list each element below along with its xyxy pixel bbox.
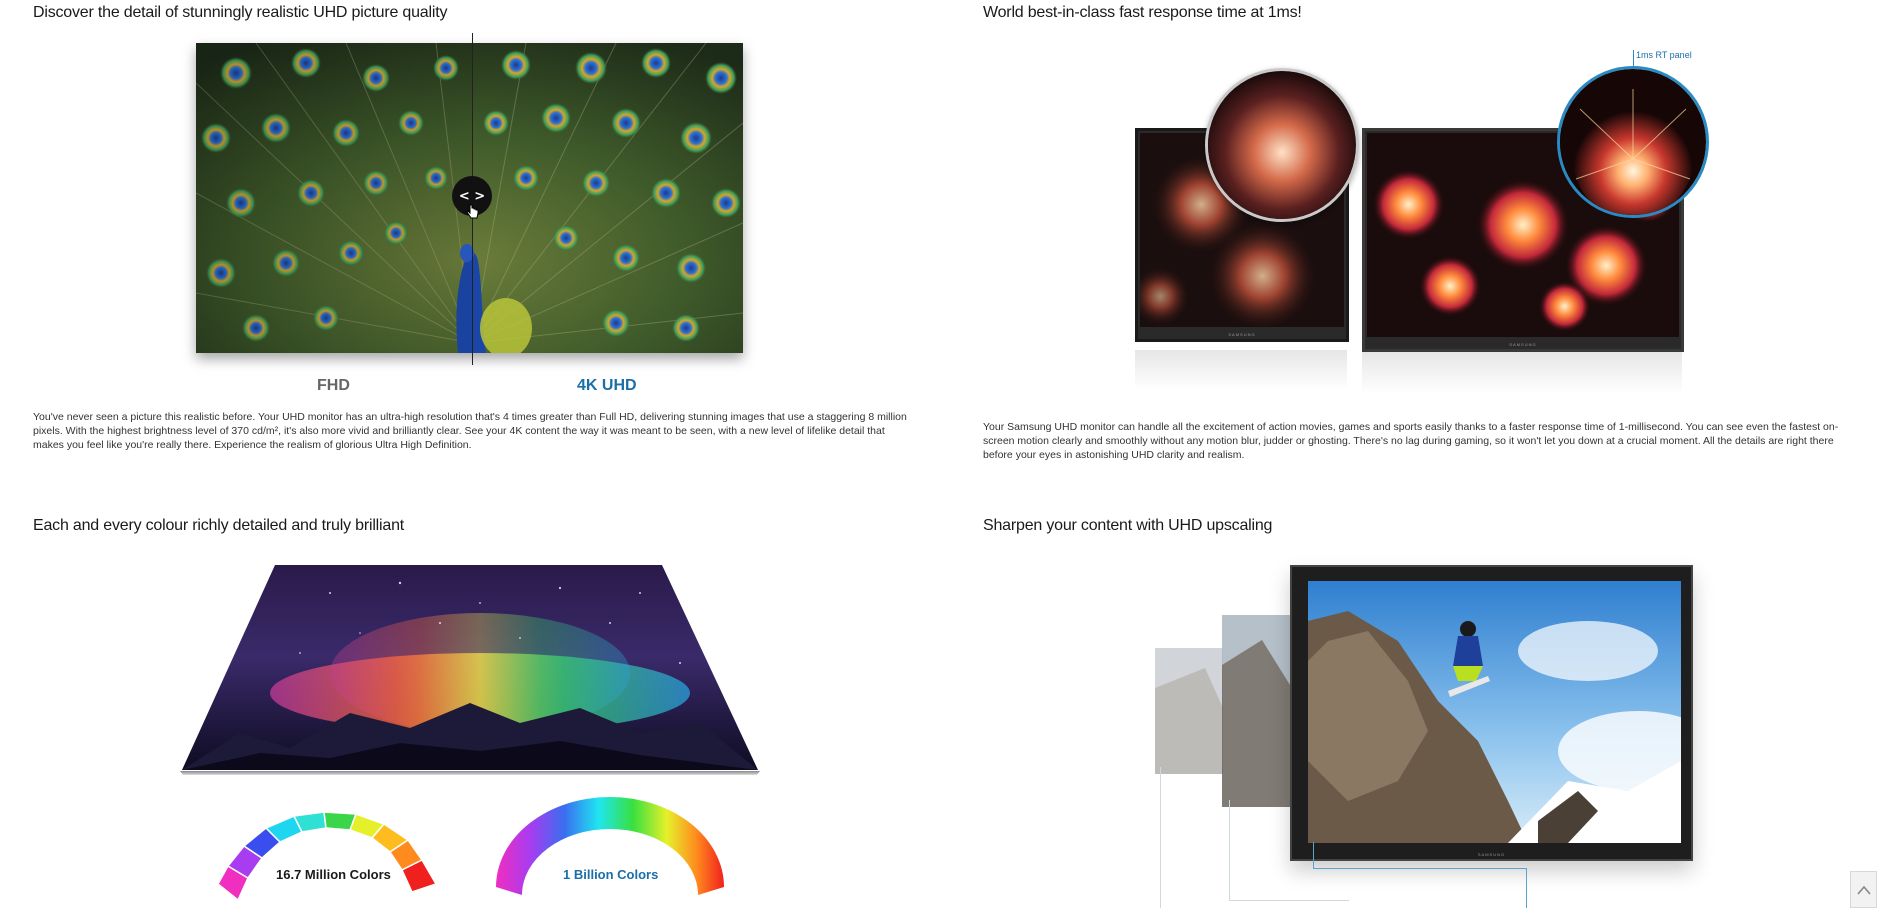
zoom-circle-sharp — [1557, 66, 1709, 218]
monitor-brand-right: SAMSUNG — [1509, 342, 1537, 347]
section-title-uhd-picture: Discover the detail of stunningly realis… — [33, 4, 448, 21]
upscaled-monitor: SAMSUNG — [1290, 565, 1693, 861]
color-arc-1b — [496, 797, 724, 895]
lead-line-3h — [1313, 868, 1526, 869]
color-arc-1b-label: 1 Billion Colors — [563, 867, 659, 882]
color-arc-16m — [217, 811, 438, 902]
monitor-reflection-right — [1362, 352, 1682, 394]
lead-line-2 — [1229, 800, 1230, 900]
color-arc-16m-label: 16.7 Million Colors — [276, 867, 391, 882]
upscale-layer-mid — [1222, 615, 1290, 807]
4k-uhd-label: 4K UHD — [577, 377, 637, 394]
response-time-description: Your Samsung UHD monitor can handle all … — [983, 421, 1839, 461]
section-title-response-time: World best-in-class fast response time a… — [983, 4, 1302, 21]
uhd-picture-description: You've never seen a picture this realist… — [33, 411, 907, 451]
lead-line-3 — [1313, 842, 1314, 868]
upscaled-monitor-brand: SAMSUNG — [1477, 852, 1506, 857]
lead-line-1 — [1160, 767, 1161, 908]
section-title-upscaling: Sharpen your content with UHD upscaling — [983, 517, 1273, 534]
aurora-monitor-image — [180, 563, 760, 783]
section-title-colour: Each and every colour richly detailed an… — [33, 517, 405, 534]
scroll-to-top-button[interactable] — [1850, 871, 1877, 908]
zoom-circle-blurred — [1205, 68, 1359, 222]
upscale-layer-low — [1155, 648, 1223, 774]
chevron-up-icon — [1856, 885, 1871, 895]
monitor-reflection-left — [1135, 350, 1347, 390]
callout-line — [1633, 50, 1634, 68]
fhd-label: FHD — [317, 377, 350, 394]
rt-panel-callout: 1ms RT panel — [1636, 50, 1692, 60]
monitor-brand-left: SAMSUNG — [1228, 332, 1256, 337]
lead-line-3v — [1526, 868, 1527, 908]
hand-cursor-icon — [466, 204, 479, 219]
lead-line-2h — [1229, 900, 1349, 901]
